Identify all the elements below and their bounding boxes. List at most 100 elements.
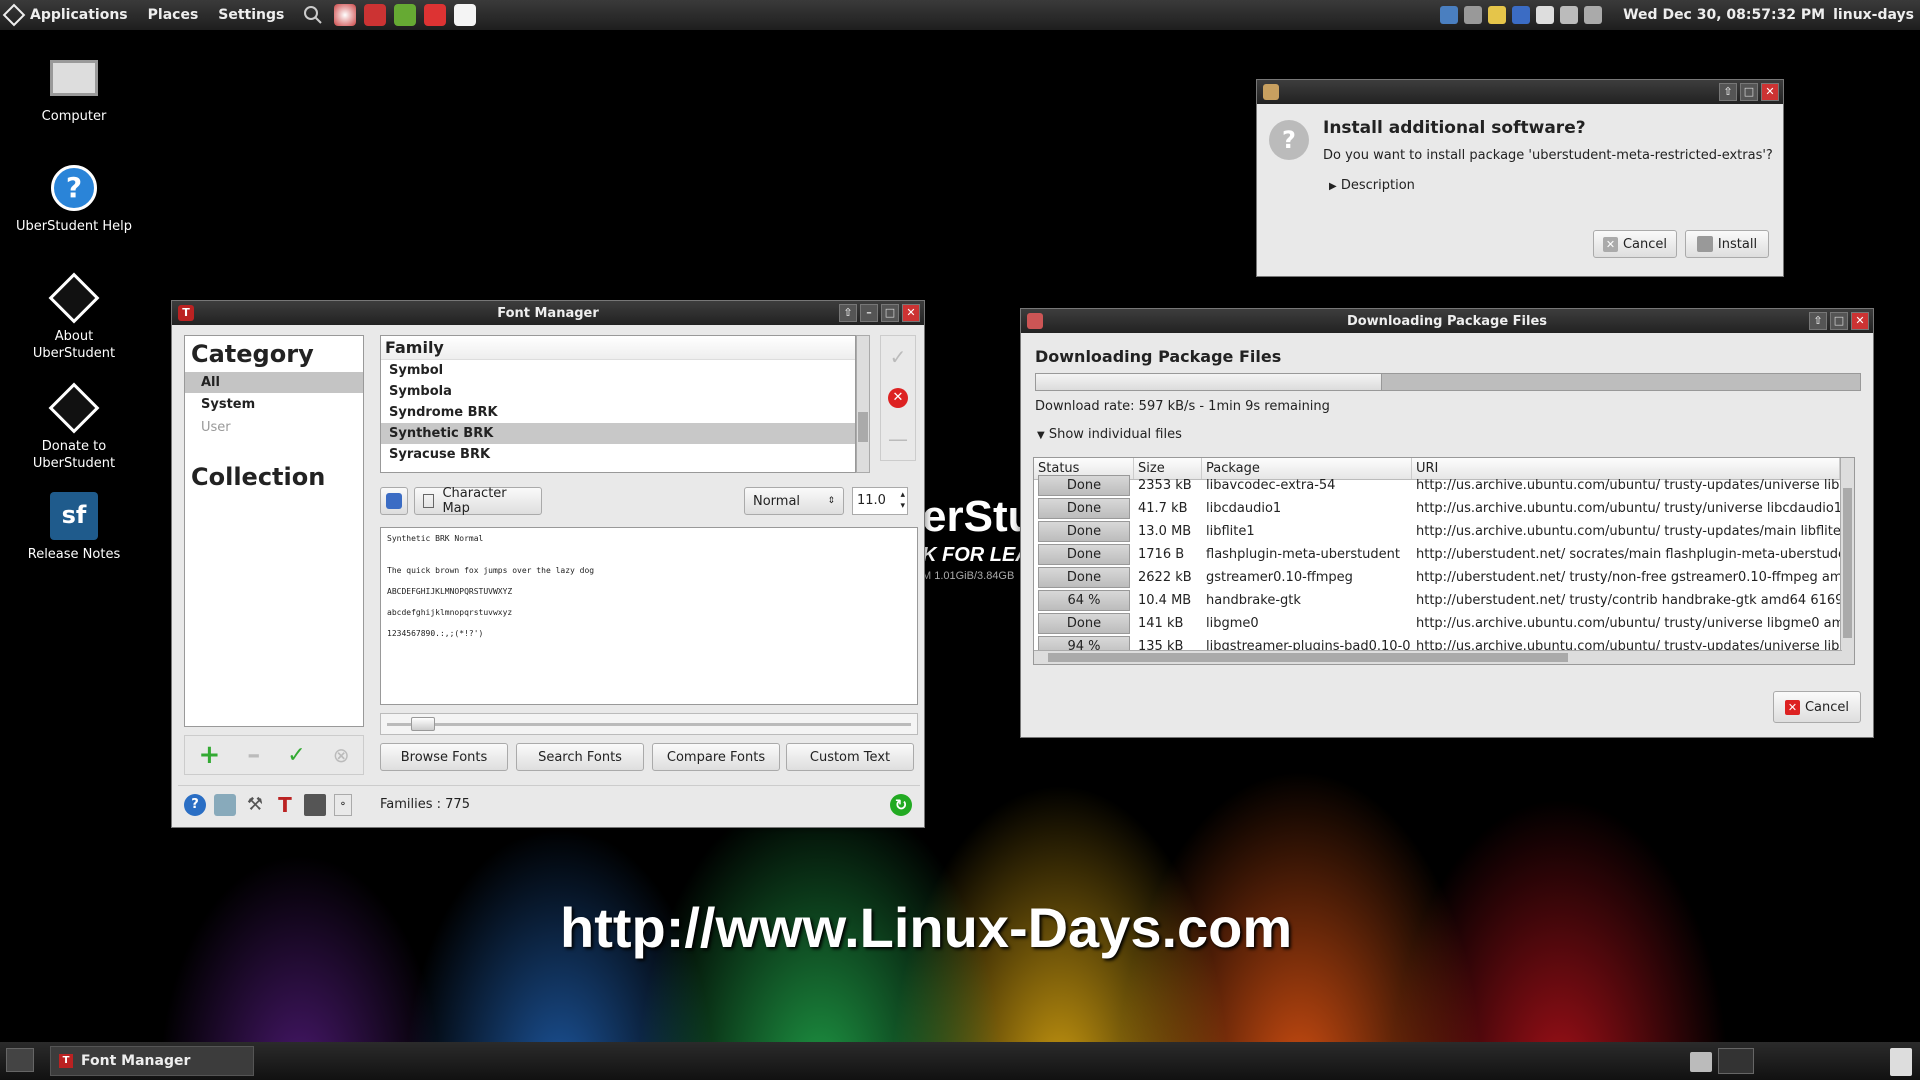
about-icon[interactable]: ?	[184, 793, 206, 816]
family-row[interactable]: Symbola	[381, 381, 855, 402]
pdf-launcher-icon[interactable]	[424, 4, 447, 26]
table-row[interactable]: Done 1716 B flashplugin-meta-uberstudent ht…	[1034, 543, 1854, 566]
font-info-icon[interactable]	[380, 487, 408, 515]
table-row[interactable]: Done 141 kB libgme0 http://us.archive.ubunt…	[1034, 612, 1854, 635]
volume-icon[interactable]	[1584, 6, 1603, 24]
tab-compare-fonts[interactable]: Compare Fonts	[652, 743, 780, 771]
username[interactable]: linux-days	[1833, 7, 1914, 23]
taskbar-item-font-manager[interactable]: T Font Manager	[50, 1046, 254, 1076]
family-row[interactable]: Symbol	[381, 360, 855, 381]
font-manager-tray-icon[interactable]	[1690, 1052, 1712, 1072]
keep-above-button[interactable]: ⇧	[1719, 83, 1737, 101]
tab-search-fonts[interactable]: Search Fonts	[516, 743, 644, 771]
size-cell: 1716 B	[1138, 547, 1185, 562]
vertical-scrollbar[interactable]	[1840, 458, 1854, 664]
mail-icon[interactable]	[1488, 6, 1507, 24]
desktop-icon-help[interactable]: ? UberStudent Help	[14, 162, 134, 235]
font-editor-icon[interactable]: T	[274, 794, 296, 816]
close-button[interactable]: ✕	[1851, 312, 1869, 330]
table-row[interactable]: 64 % 10.4 MB handbrake-gtk http://uberstude…	[1034, 589, 1854, 612]
cancel-download-button[interactable]: ✕ Cancel	[1773, 691, 1861, 723]
maximize-button[interactable]: □	[1740, 83, 1758, 101]
settings-wrench-icon[interactable]: ⚒	[244, 794, 266, 816]
family-row-selected[interactable]: Synthetic BRK	[381, 423, 855, 444]
size-slider[interactable]	[380, 713, 918, 735]
description-expander[interactable]: ▶ Description	[1329, 178, 1415, 193]
keep-above-button[interactable]: ⇧	[839, 304, 857, 322]
menu-settings[interactable]: Settings	[218, 7, 284, 23]
slider-handle[interactable]	[411, 717, 435, 731]
keyboard-layout-icon[interactable]	[1440, 6, 1459, 24]
media-launcher-icon[interactable]	[364, 4, 387, 26]
family-list-scrollbar[interactable]	[856, 335, 870, 473]
disable-collection-icon[interactable]: ⊗	[333, 743, 350, 767]
family-column-header[interactable]: Family	[381, 336, 855, 360]
desktop-icon-release-notes[interactable]: sf Release Notes	[14, 490, 134, 563]
style-select[interactable]: Normal ⇕	[744, 487, 844, 515]
download-titlebar[interactable]: Downloading Package Files ⇧ □ ✕	[1021, 309, 1873, 333]
desktop-icon-label: UberStudent Help	[15, 219, 133, 234]
table-row[interactable]: Done 41.7 kB libcdaudio1 http://us.archive.…	[1034, 497, 1854, 520]
spin-arrows-icon[interactable]: ▴ ▾	[900, 490, 905, 512]
shield-icon[interactable]	[1512, 6, 1531, 24]
category-item-all[interactable]: All	[185, 372, 363, 393]
workspace-switcher[interactable]	[1718, 1048, 1754, 1074]
disable-font-icon[interactable]: ✕	[888, 387, 908, 408]
uri-cell: http://us.archive.ubuntu.com/ubuntu/ tru…	[1416, 524, 1850, 539]
network-icon[interactable]	[1464, 6, 1483, 24]
power-icon[interactable]	[1560, 6, 1579, 24]
export-save-icon[interactable]	[304, 793, 326, 816]
size-cell: 141 kB	[1138, 616, 1184, 631]
enable-font-icon[interactable]: ✓	[890, 345, 907, 369]
size-cell: 41.7 kB	[1138, 501, 1188, 516]
files-table: Status Size Package URI Done 2353 kB libav…	[1033, 457, 1855, 665]
tab-custom-text[interactable]: Custom Text	[786, 743, 914, 771]
status-cell: Done	[1038, 613, 1130, 634]
remove-font-icon[interactable]: —	[888, 427, 908, 451]
menu-options-icon[interactable]: ⚬	[334, 793, 352, 816]
show-desktop-icon[interactable]	[6, 1048, 34, 1072]
table-row[interactable]: Done 13.0 MB libflite1 http://us.archive.ub…	[1034, 520, 1854, 543]
table-row[interactable]: Done 2353 kB libavcodec-extra-54 http://us.…	[1034, 474, 1854, 497]
desktop-icon-donate[interactable]: Donate to UberStudent	[14, 382, 134, 472]
install-dialog-titlebar[interactable]: ⇧ □ ✕	[1257, 80, 1783, 104]
family-row[interactable]: Syracuse BRK	[381, 444, 855, 465]
workspace-icon[interactable]	[1536, 6, 1555, 24]
add-collection-icon[interactable]: +	[199, 740, 221, 770]
horizontal-scrollbar[interactable]	[1034, 650, 1842, 664]
browser-launcher-icon[interactable]	[334, 4, 357, 26]
size-spinbox[interactable]: 11.0 ▴ ▾	[852, 487, 908, 515]
keep-above-button[interactable]: ⇧	[1809, 312, 1827, 330]
show-files-expander[interactable]: ▼ Show individual files	[1037, 427, 1182, 442]
tab-browse-fonts[interactable]: Browse Fonts	[380, 743, 508, 771]
clock[interactable]: Wed Dec 30, 08:57:32 PM	[1623, 7, 1825, 23]
search-icon[interactable]	[302, 4, 324, 26]
character-map-button[interactable]: Character Map	[414, 486, 542, 516]
chat-launcher-icon[interactable]	[394, 4, 417, 26]
cancel-button[interactable]: ✕ Cancel	[1593, 230, 1677, 258]
chevron-updown-icon: ⇕	[827, 496, 835, 506]
refresh-icon[interactable]: ↻	[890, 793, 912, 816]
desktop-icon-about[interactable]: About UberStudent	[14, 272, 134, 362]
close-button[interactable]: ✕	[1761, 83, 1779, 101]
menu-applications[interactable]: Applications	[30, 7, 128, 23]
desktop-icon-computer[interactable]: Computer	[14, 52, 134, 125]
font-preferences-icon[interactable]	[214, 793, 236, 816]
menu-places[interactable]: Places	[148, 7, 199, 23]
close-button[interactable]: ✕	[902, 304, 920, 322]
table-row[interactable]: Done 2622 kB gstreamer0.10-ffmpeg http://ub…	[1034, 566, 1854, 589]
font-manager-titlebar[interactable]: T Font Manager ⇧ – □ ✕	[172, 301, 924, 325]
trash-icon[interactable]	[1890, 1048, 1912, 1076]
category-item-system[interactable]: System	[185, 393, 363, 416]
document-launcher-icon[interactable]	[454, 4, 477, 26]
remove-collection-icon[interactable]: –	[247, 740, 260, 770]
enable-collection-icon[interactable]: ✓	[287, 743, 305, 768]
install-button[interactable]: Install	[1685, 230, 1769, 258]
maximize-button[interactable]: □	[881, 304, 899, 322]
question-icon: ?	[1269, 120, 1309, 160]
maximize-button[interactable]: □	[1830, 312, 1848, 330]
family-row[interactable]: Syndrome BRK	[381, 402, 855, 423]
preview-line: abcdefghijklmnopqrstuvwxyz	[387, 608, 513, 617]
minimize-button[interactable]: –	[860, 304, 878, 322]
category-item-user[interactable]: User	[185, 416, 363, 439]
